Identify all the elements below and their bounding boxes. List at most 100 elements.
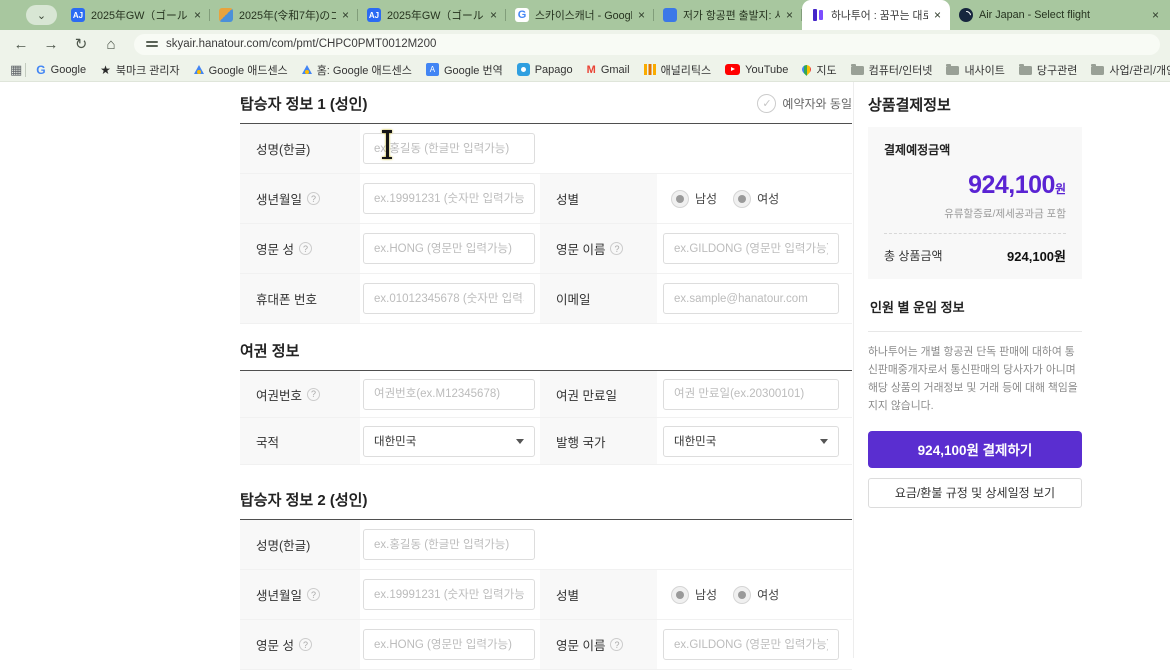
bookmark-maps[interactable]: 지도 bbox=[802, 62, 836, 78]
pay-button[interactable]: 924,100원 결제하기 bbox=[868, 431, 1082, 468]
same-as-booker-checkbox[interactable]: ✓ 예약자와 동일 bbox=[757, 94, 852, 113]
aj-favicon-icon: AJ bbox=[367, 8, 381, 22]
bookmarks-bar: ▦ GGoogle ★북마크 관리자 Google 애드센스 홈: Google… bbox=[0, 58, 1170, 82]
bookmark-folder-billiards[interactable]: 당구관련 bbox=[1019, 62, 1077, 78]
tab-title: 2025年GW（ゴールデンウィーク） bbox=[91, 7, 188, 23]
fare-info-section[interactable]: 인원 별 운임 정보 bbox=[868, 282, 1082, 332]
bookmark-gmail[interactable]: MGmail bbox=[587, 64, 630, 76]
reload-icon[interactable]: ↻ bbox=[66, 35, 96, 53]
browser-tab-4[interactable]: G 스카이스캐너 - Google 검색 × bbox=[506, 0, 654, 30]
row-name-kr-p2: 성명(한글) bbox=[240, 520, 852, 570]
payment-sidebar: 상품결제정보 결제예정금액 924,100원 유류할증료/제세공과금 포함 총 … bbox=[868, 82, 1082, 508]
expected-amount-label: 결제예정금액 bbox=[884, 141, 1066, 158]
adsense-icon bbox=[302, 65, 312, 74]
url-text[interactable]: skyair.hanatour.com/com/pmt/CHPC0PMT0012… bbox=[166, 38, 436, 50]
airjapan-favicon-icon bbox=[959, 8, 973, 22]
browser-tab-7[interactable]: Air Japan - Select flight × bbox=[950, 0, 1168, 30]
forward-icon[interactable]: → bbox=[36, 36, 66, 53]
same-as-booker-label: 예약자와 동일 bbox=[782, 95, 852, 112]
google-favicon-icon: G bbox=[515, 8, 529, 22]
bookmark-analytics[interactable]: 애널리틱스 bbox=[644, 62, 712, 78]
tab-search-button[interactable]: ⌄ bbox=[26, 5, 57, 25]
p1-nationality-select[interactable]: 대한민국 bbox=[363, 426, 535, 457]
help-icon[interactable]: ? bbox=[307, 588, 320, 601]
section-title: 탑승자 정보 1 (성인) bbox=[240, 93, 367, 114]
browser-tab-5[interactable]: 저가 항공편 출발지: 서울 목적 × bbox=[654, 0, 802, 30]
p2-eng-first-input[interactable] bbox=[663, 629, 839, 660]
site-settings-icon[interactable] bbox=[146, 38, 158, 50]
p1-passport-exp-input[interactable] bbox=[663, 379, 839, 410]
browser-tab-2[interactable]: 2025年(令和7年)のゴールデンウィ × bbox=[210, 0, 358, 30]
p1-birth-input[interactable] bbox=[363, 183, 535, 214]
row-birth-gender: 생년월일? 성별 남성 여성 bbox=[240, 174, 852, 224]
back-icon[interactable]: ← bbox=[6, 36, 36, 53]
address-bar[interactable]: skyair.hanatour.com/com/pmt/CHPC0PMT0012… bbox=[134, 34, 1160, 55]
bookmark-folder-business[interactable]: 사업/관리/개인/계정 bbox=[1091, 62, 1170, 78]
p2-birth-input[interactable] bbox=[363, 579, 535, 610]
label-name-kr: 성명(한글) bbox=[240, 520, 360, 569]
bookmark-adsense-home[interactable]: 홈: Google 애드센스 bbox=[302, 62, 412, 78]
close-icon[interactable]: × bbox=[194, 8, 201, 22]
bookmark-papago[interactable]: Papago bbox=[517, 63, 573, 76]
radio-icon[interactable] bbox=[671, 190, 689, 208]
label-gender: 성별 bbox=[540, 174, 657, 223]
browser-tab-strip: ⌄ AJ 2025年GW（ゴールデンウィーク） × 2025年(令和7年)のゴー… bbox=[0, 0, 1170, 30]
label-birth: 생년월일? bbox=[240, 570, 360, 619]
help-icon[interactable]: ? bbox=[307, 388, 320, 401]
p2-female-radio[interactable]: 여성 bbox=[733, 586, 779, 604]
divider bbox=[25, 63, 26, 77]
p1-female-radio[interactable]: 여성 bbox=[733, 190, 779, 208]
p1-male-radio[interactable]: 남성 bbox=[671, 190, 717, 208]
hanatour-favicon-icon bbox=[811, 8, 825, 22]
home-icon[interactable]: ⌂ bbox=[96, 36, 126, 53]
label-eng-last: 영문 성? bbox=[240, 620, 360, 669]
close-icon[interactable]: × bbox=[1152, 8, 1159, 22]
p1-passport-no-input[interactable] bbox=[363, 379, 535, 410]
browser-tab-1[interactable]: AJ 2025年GW（ゴールデンウィーク） × bbox=[62, 0, 210, 30]
bookmark-youtube[interactable]: YouTube bbox=[725, 64, 788, 76]
close-icon[interactable]: × bbox=[934, 8, 941, 22]
row-eng-name: 영문 성? 영문 이름? bbox=[240, 224, 852, 274]
fare-rules-button[interactable]: 요금/환불 규정 및 상세일정 보기 bbox=[868, 478, 1082, 508]
p2-male-radio[interactable]: 남성 bbox=[671, 586, 717, 604]
browser-tab-3[interactable]: AJ 2025年GW（ゴールデンウィーク） × bbox=[358, 0, 506, 30]
help-icon[interactable]: ? bbox=[610, 638, 623, 651]
papago-icon bbox=[517, 63, 530, 76]
help-icon[interactable]: ? bbox=[307, 192, 320, 205]
amount-note: 유류할증료/제세공과금 포함 bbox=[884, 206, 1066, 221]
p1-name-kr-input[interactable] bbox=[363, 133, 535, 164]
p2-name-kr-input[interactable] bbox=[363, 529, 535, 560]
p1-eng-first-input[interactable] bbox=[663, 233, 839, 264]
label-gender: 성별 bbox=[540, 570, 657, 619]
payment-title: 상품결제정보 bbox=[868, 82, 1082, 127]
check-circle-icon[interactable]: ✓ bbox=[757, 94, 776, 113]
help-icon[interactable]: ? bbox=[610, 242, 623, 255]
tab-title: 스카이스캐너 - Google 검색 bbox=[535, 7, 632, 23]
help-icon[interactable]: ? bbox=[299, 638, 312, 651]
bookmark-adsense[interactable]: Google 애드센스 bbox=[194, 62, 288, 78]
label-birth: 생년월일? bbox=[240, 174, 360, 223]
browser-tab-6-active[interactable]: 하나투어 : 꿈꾸는 대로, 펼쳐지 × bbox=[802, 0, 950, 30]
p1-email-input[interactable] bbox=[663, 283, 839, 314]
close-icon[interactable]: × bbox=[638, 8, 645, 22]
p1-eng-last-input[interactable] bbox=[363, 233, 535, 264]
section-title: 여권 정보 bbox=[240, 340, 299, 361]
bookmark-translate[interactable]: AGoogle 번역 bbox=[426, 62, 503, 78]
bookmark-google[interactable]: GGoogle bbox=[36, 63, 86, 77]
p1-issue-country-select[interactable]: 대한민국 bbox=[663, 426, 839, 457]
help-icon[interactable]: ? bbox=[299, 242, 312, 255]
label-issue-country: 발행 국가 bbox=[540, 418, 657, 464]
close-icon[interactable]: × bbox=[342, 8, 349, 22]
p2-eng-last-input[interactable] bbox=[363, 629, 535, 660]
apps-grid-icon[interactable]: ▦ bbox=[10, 62, 22, 78]
radio-icon[interactable] bbox=[733, 190, 751, 208]
close-icon[interactable]: × bbox=[786, 8, 793, 22]
bookmark-folder-mysite[interactable]: 내사이트 bbox=[946, 62, 1004, 78]
bookmark-folder-computer[interactable]: 컴퓨터/인터넷 bbox=[851, 62, 933, 78]
radio-icon[interactable] bbox=[671, 586, 689, 604]
p1-phone-input[interactable] bbox=[363, 283, 535, 314]
radio-icon[interactable] bbox=[733, 586, 751, 604]
disclaimer-text: 하나투어는 개별 항공권 단독 판매에 대하여 통신판매중개자로서 통신판매의 … bbox=[868, 332, 1082, 431]
close-icon[interactable]: × bbox=[490, 8, 497, 22]
bookmark-manager[interactable]: ★북마크 관리자 bbox=[100, 62, 180, 78]
